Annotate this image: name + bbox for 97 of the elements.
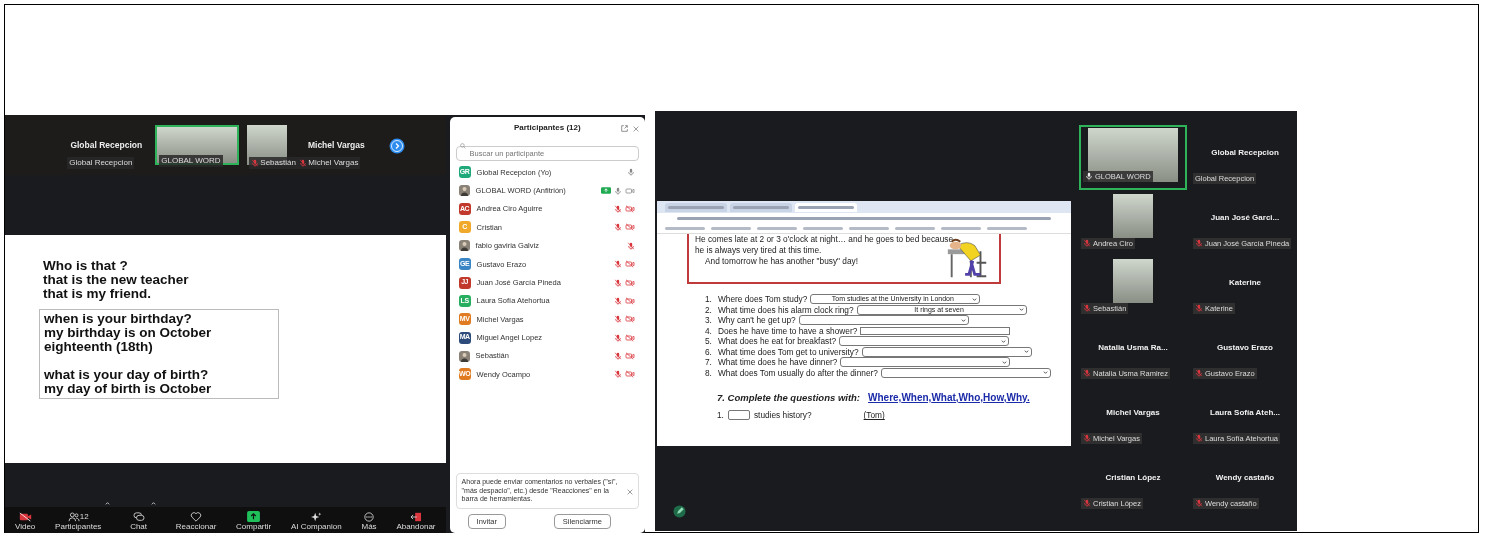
story-text: And tomorrow he has another "busy" day!	[704, 256, 859, 267]
question-number: 1.	[705, 293, 713, 306]
question-text: Where does Tom study?	[718, 293, 808, 306]
participant-count: 12	[79, 512, 89, 521]
avatar-photo	[458, 350, 470, 362]
question-number: 4.	[705, 324, 713, 337]
chevron-down-icon	[1001, 338, 1007, 344]
word-link[interactable]: Where,	[868, 392, 902, 403]
participant-name: Gustavo Erazo	[1217, 341, 1273, 354]
question-number: 7.	[705, 356, 713, 369]
chat-bubbles-icon	[132, 512, 145, 522]
question-number: 3.	[705, 314, 713, 327]
search-icon	[459, 143, 466, 149]
slide-text-line: what is your day of birth?	[44, 368, 210, 382]
participant-name: Global Recepcion	[1211, 146, 1279, 159]
slide-text-line: my birthday is on October	[44, 326, 213, 340]
participant-name: Michel Vargas	[307, 138, 365, 152]
name-label: Sebastián	[249, 157, 298, 169]
name-label: Michel Vargas	[297, 157, 361, 169]
item-number: 1.	[717, 409, 724, 422]
video-photo-placeholder	[1113, 258, 1153, 303]
story-text: He comes late at 2 or 3 o'clock at night… and he goes to bed because	[695, 234, 955, 245]
word-link[interactable]: Who,	[958, 392, 984, 403]
exit-icon	[409, 512, 422, 522]
people-icon	[67, 512, 80, 522]
participant-name: Wendy castaño	[1215, 471, 1275, 484]
slide-text-line: that is the new teacher	[43, 273, 189, 287]
toolbar-button[interactable]: Compartir	[236, 511, 272, 531]
close-icon	[633, 125, 639, 132]
slide-text-line: that is my friend.	[43, 287, 153, 301]
slide-text-line: when is your birthday?	[44, 312, 193, 326]
participant-name: Global Recepcion	[70, 138, 143, 152]
participant-name: Cristian López	[1105, 471, 1161, 484]
item-hint: (Tom)	[863, 409, 885, 422]
question-text: Does he have time to have a shower?	[718, 325, 858, 337]
question-number: 6.	[705, 345, 713, 358]
fill-in-box[interactable]	[727, 410, 750, 421]
chevron-down-icon	[1042, 370, 1048, 376]
question-text: What does he eat for breakfast?	[718, 335, 837, 348]
question-number: 2.	[705, 303, 713, 316]
item-text: studies history?	[753, 409, 812, 422]
slide-text-line: Who is that ?	[43, 259, 129, 273]
answer-dropdown[interactable]	[798, 315, 969, 326]
slide-text-line: eighteenth (18th)	[44, 340, 154, 354]
participant-name: Juan José Garci...	[1210, 211, 1280, 224]
chevron-down-icon	[972, 296, 978, 302]
participant-name: Natalia Usma Ra...	[1098, 341, 1168, 354]
participant-name: Laura Sofía Ateh...	[1210, 406, 1280, 419]
name-label: GLOBAL WORD	[159, 155, 223, 167]
pencil-icon	[673, 505, 686, 519]
answer-dropdown[interactable]	[839, 336, 1010, 347]
participant-name: Michel Vargas	[1106, 406, 1160, 419]
toolbar-button[interactable]: Reaccionar	[175, 512, 217, 531]
chevron-down-icon	[1018, 307, 1024, 313]
toolbar-button[interactable]: AI Companion	[291, 512, 342, 531]
question-text: What time does his alarm clock ring?	[718, 304, 854, 316]
toolbar-button[interactable]: 12 Participantes	[55, 512, 102, 531]
chevron-down-icon	[960, 317, 966, 323]
question-number: 8.	[705, 366, 713, 379]
word-link[interactable]: How,	[983, 392, 1007, 403]
story-text: he is always very tired at this time.	[695, 245, 823, 256]
avatar-photo	[458, 185, 470, 197]
more-icon	[363, 512, 376, 522]
toolbar-button[interactable]: Chat	[130, 512, 148, 531]
question-text: Why can't he get up?	[718, 314, 796, 327]
chevron-down-icon	[1023, 349, 1029, 355]
slide-text-line: my day of birth is October	[44, 382, 213, 396]
question-text: What does Tom usually do after the dinner?	[718, 366, 878, 379]
word-link[interactable]: When,	[901, 392, 932, 403]
next-arrow-icon	[389, 137, 406, 154]
chevron-down-icon	[1002, 359, 1008, 365]
toolbar-button[interactable]: Video	[15, 512, 36, 531]
video-photo-placeholder	[1113, 193, 1153, 238]
close-icon	[627, 488, 633, 495]
answer-dropdown[interactable]	[880, 367, 1051, 378]
answer-field[interactable]	[860, 326, 1011, 335]
pop-out-icon	[621, 125, 628, 133]
heart-icon	[190, 512, 203, 522]
share-screen-icon	[247, 511, 261, 522]
answer-dropdown[interactable]	[861, 346, 1032, 357]
toolbar-button[interactable]: Abandonar	[396, 512, 436, 531]
text-box-selection[interactable]: when is your birthday? my birthday is on October eighteenth (18th) what is your day of birth? my day of birth is October	[39, 309, 279, 399]
question-text: What time does he have dinner?	[718, 357, 838, 369]
avatar-photo	[458, 240, 470, 252]
sparkle-icon	[310, 512, 323, 522]
toolbar-button[interactable]: Más	[361, 512, 377, 531]
browser-tab[interactable]	[795, 202, 857, 212]
camera-off-icon	[18, 512, 32, 522]
question-text: What time does Tom get to university?	[718, 345, 859, 358]
exercise-heading: 7. Complete the questions with:	[717, 391, 861, 405]
word-link[interactable]: Why.	[1006, 392, 1030, 403]
name-label: Global Recepcion	[67, 157, 135, 169]
panel-title: Participantes (12)	[513, 122, 581, 134]
participant-name: Katerine	[1229, 276, 1261, 289]
question-number: 5.	[705, 335, 713, 348]
word-link[interactable]: What,	[931, 392, 959, 403]
answer-dropdown[interactable]	[840, 357, 1011, 368]
